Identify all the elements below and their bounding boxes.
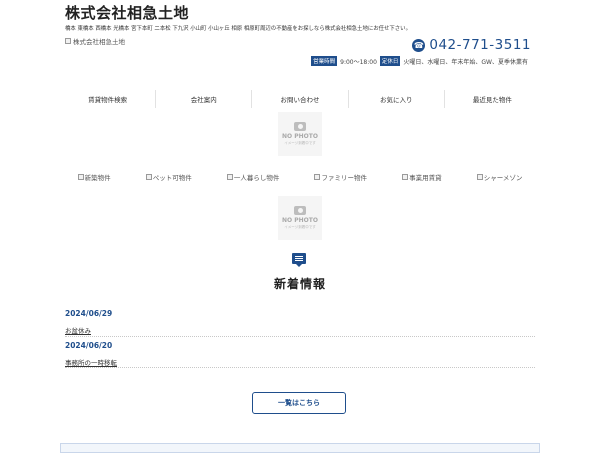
logo-alt-text: 株式会社相急土地 — [73, 38, 125, 46]
site-title[interactable]: 株式会社相急土地 — [65, 2, 189, 23]
broken-image-icon — [314, 174, 321, 180]
no-photo-title: NO PHOTO — [282, 217, 318, 224]
camera-icon — [294, 206, 306, 215]
tagline: 橋本 東橋本 西橋本 光橋本 宮下本町 二本松 下九沢 小山町 小山ヶ丘 相原 … — [65, 26, 411, 32]
broken-image-icon — [476, 174, 483, 180]
hours-value: 9:00～18:00 — [340, 58, 377, 66]
category-pet[interactable]: ペット可物件 — [145, 172, 192, 182]
holiday-value: 火曜日、水曜日、年末年始、GW、夏季休業有 — [403, 58, 528, 66]
news-section-title: 新着情報 — [273, 277, 326, 291]
category-label: 新築物件 — [84, 174, 111, 182]
hours-label: 営業時間 — [311, 56, 338, 66]
category-label: ファミリー物件 — [321, 174, 367, 182]
category-label: 一人暮らし物件 — [233, 174, 280, 182]
category-family[interactable]: ファミリー物件 — [314, 172, 367, 182]
business-hours: 営業時間 9:00～18:00 定休日 火曜日、水曜日、年末年始、GW、夏季休業… — [311, 56, 531, 66]
camera-icon — [294, 122, 306, 131]
broken-image-icon — [65, 38, 71, 44]
nav-item-recent[interactable]: 最近見た物件 — [443, 90, 540, 108]
category-label: シャーメゾン — [483, 174, 523, 182]
phone-number: 042-771-3511 — [429, 37, 531, 53]
broken-image-icon — [402, 174, 409, 180]
no-photo-banner-bottom: NO PHOTO イメージ到着中です — [278, 196, 322, 240]
category-single[interactable]: 一人暮らし物件 — [226, 172, 280, 182]
news-date: 2024/06/29 — [65, 309, 113, 318]
category-new[interactable]: 新築物件 — [77, 172, 111, 182]
broken-image-icon — [77, 174, 84, 180]
phone-icon: ☎ — [412, 38, 426, 52]
no-photo-banner-top: NO PHOTO イメージ到着中です — [278, 112, 322, 156]
logo-image[interactable]: 株式会社相急土地 — [65, 36, 125, 46]
category-label: ペット可物件 — [152, 174, 192, 182]
phone-contact[interactable]: ☎ 042-771-3511 — [412, 37, 531, 53]
news-icon — [292, 253, 306, 267]
news-link[interactable]: 事務所の一時移転 — [65, 357, 117, 367]
no-photo-title: NO PHOTO — [282, 133, 318, 140]
bottom-panel — [60, 443, 540, 453]
nav-item-favorites[interactable]: お気に入り — [347, 90, 444, 108]
broken-image-icon — [145, 174, 152, 180]
main-nav: 賃貸物件検索 会社案内 お問い合わせ お気に入り 最近見た物件 — [60, 90, 540, 108]
no-photo-subtitle: イメージ到着中です — [284, 225, 316, 229]
nav-item-company[interactable]: 会社案内 — [155, 90, 251, 108]
no-photo-subtitle: イメージ到着中です — [284, 141, 316, 145]
news-item: 2024/06/29 お盆休み — [65, 309, 535, 337]
broken-image-icon — [226, 174, 233, 180]
category-business[interactable]: 事業用賃貸 — [402, 172, 442, 182]
news-item: 2024/06/20 事務所の一時移転 — [65, 341, 535, 368]
category-label: 事業用賃貸 — [409, 174, 442, 182]
category-links: 新築物件 ペット可物件 一人暮らし物件 ファミリー物件 事業用賃貸 シャーメゾン — [60, 172, 540, 182]
holiday-label: 定休日 — [379, 56, 401, 66]
news-more-button[interactable]: 一覧はこちら — [252, 392, 346, 414]
nav-item-search[interactable]: 賃貸物件検索 — [60, 90, 155, 108]
category-shamaison[interactable]: シャーメゾン — [476, 172, 523, 182]
news-date: 2024/06/20 — [65, 341, 113, 350]
nav-item-contact[interactable]: お問い合わせ — [251, 90, 347, 108]
news-link[interactable]: お盆休み — [65, 325, 91, 335]
